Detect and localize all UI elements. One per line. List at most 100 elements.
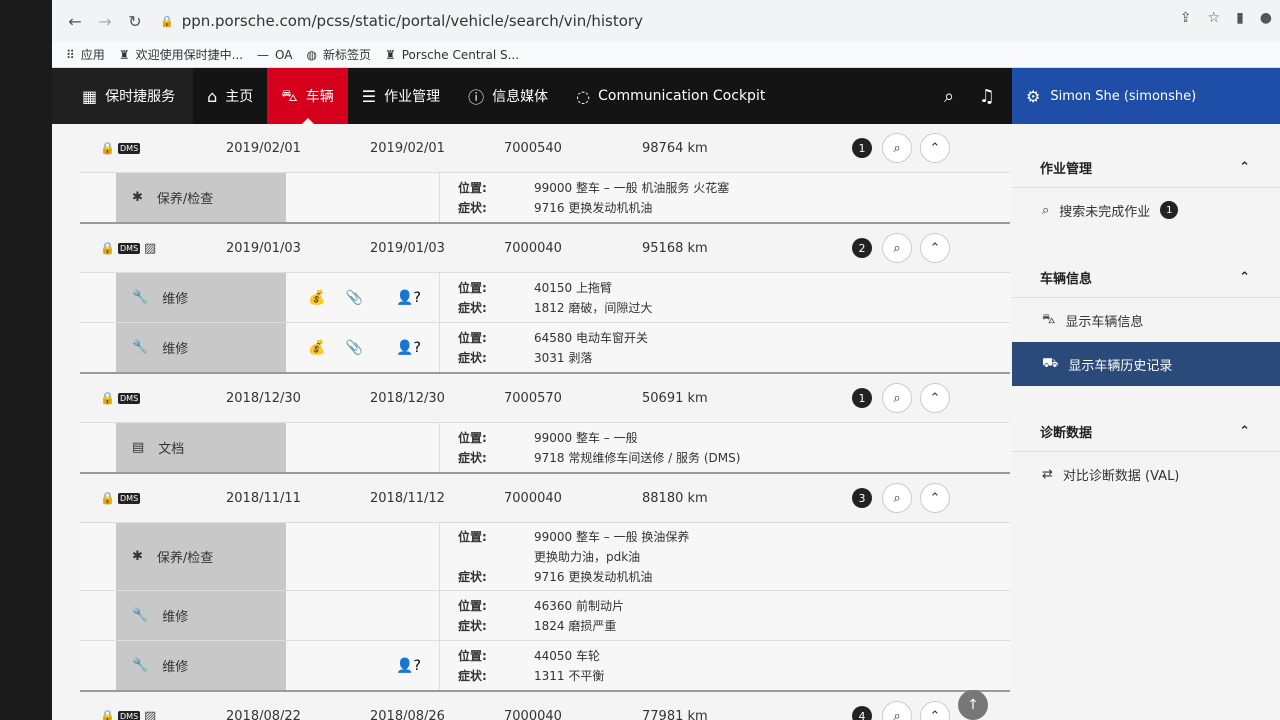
dms-icon: DMS bbox=[118, 492, 141, 504]
sidebar-item[interactable]: ⛟ 显示车辆历史记录 bbox=[1012, 342, 1280, 386]
job-icons-cell: 💰 📎 👤? bbox=[286, 273, 440, 322]
bookmark-item[interactable]: ♜ Porsche Central S... bbox=[385, 48, 519, 62]
lock-icon: 🔒 bbox=[100, 241, 115, 255]
bookmark-item[interactable]: ⠿ 应用 bbox=[66, 46, 105, 63]
job-row: ✱ 保养/检查 位置: 99000 整车 – 一般 机油服务 火花塞 症状: 9716 更… bbox=[80, 172, 1010, 222]
job-type-label: 维修 bbox=[162, 610, 189, 625]
scroll-top-button[interactable]: ↑ bbox=[958, 690, 988, 720]
globe-icon: ◍ bbox=[306, 47, 317, 62]
money-bag-icon[interactable]: 💰 bbox=[308, 290, 325, 306]
sidebar-item-label: 显示车辆历史记录 bbox=[1068, 358, 1173, 374]
share-icon[interactable]: ⇪ bbox=[1180, 10, 1192, 26]
record-header: 🔒 DMS ▨ 2019/01/03 2019/01/03 7000040 95168 km… bbox=[80, 224, 1010, 272]
browser-toolbar: ← → ↻ 🔒 ppn.porsche.com/pcss/static/port… bbox=[52, 0, 1280, 42]
record-order-number: 7000040 bbox=[504, 708, 562, 720]
sidebar-section-header[interactable]: 诊断数据 ⌃ bbox=[1012, 412, 1280, 452]
sidebar-section-header[interactable]: 车辆信息 ⌃ bbox=[1012, 258, 1280, 298]
user-question-icon[interactable]: 👤? bbox=[396, 658, 421, 674]
document-icon: ▨ bbox=[144, 240, 157, 256]
record-end-date: 2018/11/12 bbox=[370, 490, 445, 506]
record-end-date: 2018/12/30 bbox=[370, 390, 445, 406]
address-bar[interactable]: 🔒 ppn.porsche.com/pcss/static/portal/veh… bbox=[160, 12, 643, 30]
collapse-button[interactable]: ⌃ bbox=[920, 133, 950, 163]
record-start-date: 2018/11/11 bbox=[226, 490, 301, 506]
back-icon[interactable]: ← bbox=[60, 12, 90, 31]
nav-item[interactable]: ☰ 作业管理 bbox=[348, 68, 454, 124]
location-value: 44050 车轮 bbox=[534, 648, 600, 663]
job-row: 🔧 维修 💰 📎 👤? 位置: 64580 电动车窗开关 症状: 3031 剥落 bbox=[80, 322, 1010, 372]
record-detail-button[interactable]: ⌕ bbox=[882, 233, 912, 263]
record-detail-button[interactable]: ⌕ bbox=[882, 133, 912, 163]
nav-item[interactable]: ⛍ 车辆 bbox=[267, 68, 348, 124]
bookmark-item[interactable]: ♜ 欢迎使用保时捷中... bbox=[119, 46, 243, 63]
sidebar-item-label: 显示车辆信息 bbox=[1065, 314, 1144, 330]
lock-icon: 🔒 bbox=[100, 391, 115, 405]
sidepanel-icon[interactable]: ▮ bbox=[1236, 10, 1244, 26]
collapse-button[interactable]: ⌃ bbox=[920, 483, 950, 513]
record-mileage: 77981 km bbox=[642, 708, 708, 720]
paperclip-icon[interactable]: 📎 bbox=[345, 340, 362, 356]
job-type-cell: ✱ 保养/检查 bbox=[116, 523, 286, 590]
apps-grid-icon: ⠿ bbox=[66, 47, 75, 62]
wrench-icon: 🔧 bbox=[132, 608, 149, 623]
location-value: 40150 上拖臂 bbox=[534, 280, 612, 295]
nav-label: 信息媒体 bbox=[492, 89, 549, 105]
symptom-line: 症状: 9716 更换发动机机油 bbox=[458, 198, 729, 218]
nav-porsche-service[interactable]: ▦ 保时捷服务 bbox=[52, 68, 194, 124]
sidebar-item[interactable]: ⇄ 对比诊断数据 (VAL) bbox=[1012, 452, 1280, 496]
document-icon: ▨ bbox=[144, 708, 157, 720]
bell-icon[interactable]: ♫ bbox=[968, 68, 1006, 124]
home-icon: ⌂ bbox=[207, 86, 218, 106]
record-start-date: 2018/12/30 bbox=[226, 390, 301, 406]
record-detail-button[interactable]: ⌕ bbox=[882, 701, 912, 720]
collapse-button[interactable]: ⌃ bbox=[920, 233, 950, 263]
profile-icon[interactable]: ● bbox=[1260, 10, 1272, 26]
sidebar-item[interactable]: ⌕ 搜索未完成作业 1 bbox=[1012, 188, 1280, 232]
job-details-cell: 位置: 46360 前制动片 症状: 1824 磨损严重 bbox=[440, 591, 624, 640]
job-type-cell: ✱ 保养/检查 bbox=[116, 173, 286, 222]
record-header: 🔒 DMS ▨ 2018/08/22 2018/08/26 7000040 77981 km… bbox=[80, 692, 1010, 720]
job-details-cell: 位置: 64580 电动车窗开关 症状: 3031 剥落 bbox=[440, 323, 648, 372]
nav-item[interactable]: ⌂ 主页 bbox=[193, 68, 267, 124]
bookmark-label: 应用 bbox=[80, 48, 105, 62]
location-values: 46360 前制动片 bbox=[534, 596, 624, 616]
location-line: 位置: 99000 整车 – 一般 换油保养 更换助力油，pdk油 bbox=[458, 527, 689, 567]
forward-icon[interactable]: → bbox=[90, 12, 120, 31]
url-text[interactable]: ppn.porsche.com/pcss/static/portal/vehic… bbox=[182, 12, 643, 30]
symptom-label: 症状: bbox=[458, 450, 487, 465]
nav-item[interactable]: ◌ Communication Cockpit bbox=[562, 68, 779, 124]
collapse-button[interactable]: ⌃ bbox=[920, 383, 950, 413]
symptom-value: 9716 更换发动机机油 bbox=[534, 200, 653, 215]
collapse-button[interactable]: ⌃ bbox=[920, 701, 950, 720]
money-bag-icon[interactable]: 💰 bbox=[308, 340, 325, 356]
nav-item[interactable]: ⓘ 信息媒体 bbox=[454, 68, 562, 124]
chat-icon: ◌ bbox=[576, 86, 591, 106]
record-end-date: 2018/08/26 bbox=[370, 708, 445, 720]
search-icon[interactable]: ⌕ bbox=[930, 68, 968, 124]
symptom-line: 症状: 9716 更换发动机机油 bbox=[458, 567, 689, 587]
user-menu[interactable]: ⚙ Simon She (simonshe) bbox=[1012, 68, 1280, 124]
symptom-line: 症状: 1824 磨损严重 bbox=[458, 616, 624, 636]
lock-icon: 🔒 bbox=[100, 491, 115, 505]
job-row: 🔧 维修 💰 📎 👤? 位置: 40150 上拖臂 症状: 1812 磨破，间隙过大 bbox=[80, 272, 1010, 322]
location-line: 位置: 46360 前制动片 bbox=[458, 596, 624, 616]
bookmark-item[interactable]: ◍ 新标签页 bbox=[306, 46, 371, 63]
record-detail-button[interactable]: ⌕ bbox=[882, 483, 912, 513]
symptom-line: 症状: 1812 磨破，间隙过大 bbox=[458, 298, 652, 318]
location-value: 46360 前制动片 bbox=[534, 598, 624, 613]
bookmark-item[interactable]: — OA bbox=[257, 48, 292, 62]
reload-icon[interactable]: ↻ bbox=[120, 12, 150, 31]
record-start-date: 2019/01/03 bbox=[226, 240, 301, 256]
job-icons-cell: 👤? bbox=[286, 641, 440, 690]
car-icon: ⛍ bbox=[1042, 311, 1056, 327]
job-details-cell: 位置: 44050 车轮 症状: 1311 不平衡 bbox=[440, 641, 604, 690]
sidebar-section-header[interactable]: 作业管理 ⌃ bbox=[1012, 148, 1280, 188]
user-question-icon[interactable]: 👤? bbox=[396, 340, 421, 356]
sidebar-item[interactable]: ⛍ 显示车辆信息 bbox=[1012, 298, 1280, 342]
user-question-icon[interactable]: 👤? bbox=[396, 290, 421, 306]
record-detail-button[interactable]: ⌕ bbox=[882, 383, 912, 413]
record-mileage: 98764 km bbox=[642, 140, 708, 156]
paperclip-icon[interactable]: 📎 bbox=[345, 290, 362, 306]
wrench-icon: 🔧 bbox=[132, 290, 149, 305]
star-icon[interactable]: ☆ bbox=[1208, 10, 1221, 26]
